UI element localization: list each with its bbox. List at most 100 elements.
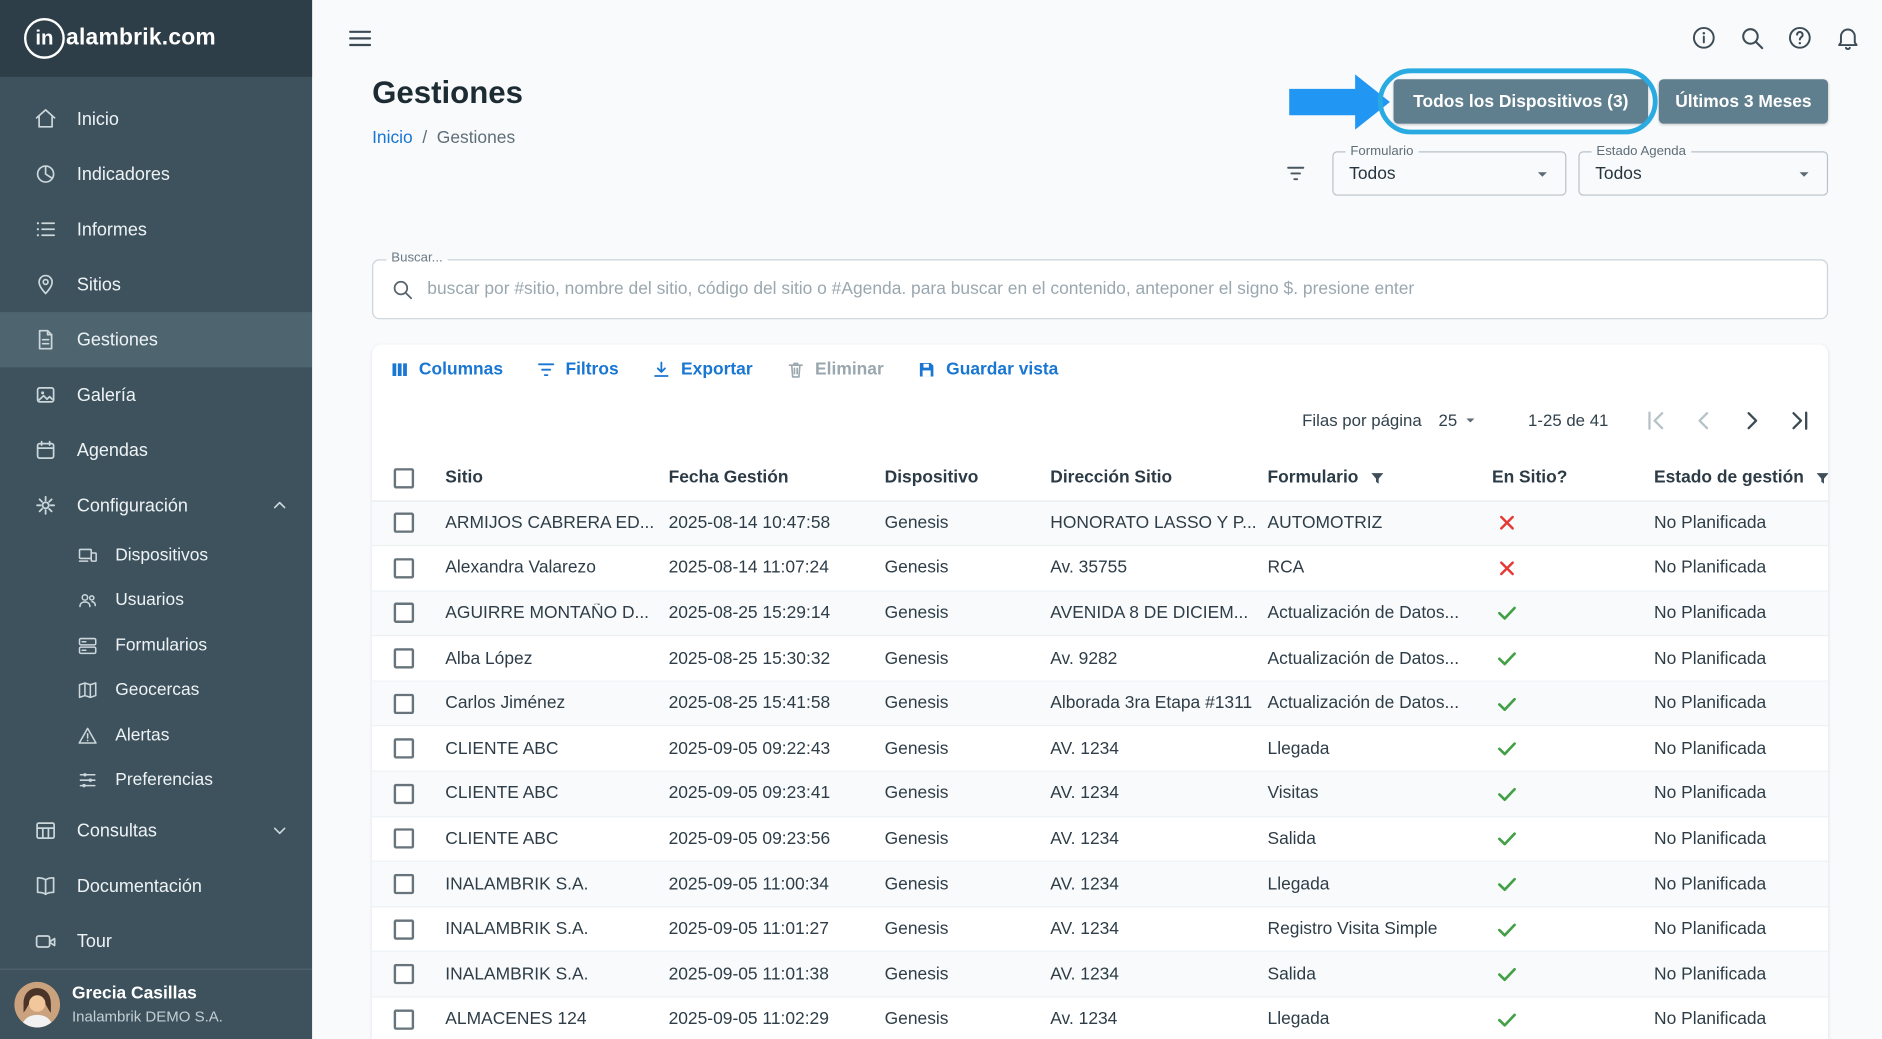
cell-direccion-sitio: Av. 35755 — [1050, 558, 1128, 578]
filter-list-icon[interactable] — [1284, 162, 1307, 185]
cell-sitio: CLIENTE ABC — [445, 829, 559, 849]
all-devices-button[interactable]: Todos los Dispositivos (3) — [1393, 79, 1649, 124]
search-field-label: Buscar... — [386, 250, 448, 267]
cell-fecha-gestion: 2025-08-25 15:29:14 — [668, 603, 831, 623]
sidebar-item-label: Tour — [76, 930, 112, 952]
warning-icon — [77, 725, 99, 747]
user-profile[interactable]: Grecia Casillas Inalambrik DEMO S.A. — [0, 968, 313, 1039]
row-checkbox-cell — [372, 512, 445, 534]
breadcrumb-home-link[interactable]: Inicio — [372, 128, 413, 147]
breadcrumb-current: Gestiones — [436, 128, 516, 148]
select-all-checkbox[interactable] — [393, 467, 415, 489]
column-header-dispositivo[interactable]: Dispositivo — [885, 468, 1051, 487]
column-header-formulario[interactable]: Formulario — [1268, 468, 1492, 488]
cell-estado-gestion: No Planificada — [1654, 603, 1767, 623]
row-checkbox[interactable] — [393, 648, 415, 669]
next-page-icon[interactable] — [1738, 406, 1766, 434]
row-checkbox[interactable] — [393, 603, 415, 624]
search-icon[interactable] — [1738, 24, 1766, 52]
sidebar-item-usuarios[interactable]: Usuarios — [0, 578, 312, 623]
estado-agenda-select[interactable]: Estado Agenda Todos — [1578, 144, 1829, 196]
check-icon — [1498, 742, 1516, 756]
cell-formulario: Llegada — [1267, 1009, 1330, 1030]
sidebar-item-formularios[interactable]: Formularios — [0, 623, 312, 668]
row-checkbox[interactable] — [393, 873, 415, 895]
help-icon[interactable] — [1786, 24, 1814, 52]
sidebar-item-informes[interactable]: Informes — [0, 202, 312, 257]
table-row[interactable]: CLIENTE ABC 2025-09-05 09:22:43 Genesis … — [372, 727, 1829, 772]
filter-funnel-icon[interactable] — [1368, 469, 1386, 487]
cell-en-sitio — [1492, 828, 1654, 851]
cell-en-sitio — [1492, 602, 1654, 625]
cell-estado-gestion: No Planificada — [1654, 693, 1767, 714]
row-checkbox[interactable] — [393, 964, 415, 985]
select-all-cell — [372, 467, 445, 489]
columns-button[interactable]: Columnas — [382, 354, 511, 385]
cell-formulario: Visitas — [1267, 784, 1319, 804]
sidebar-item-label: Dispositivos — [115, 545, 209, 566]
row-checkbox[interactable] — [393, 558, 415, 579]
filters-button[interactable]: Filtros — [528, 354, 626, 385]
search-input[interactable] — [427, 279, 1811, 299]
sidebar-item-tour[interactable]: Tour — [0, 913, 312, 968]
cell-sitio: CLIENTE ABC — [445, 784, 559, 804]
sidebar-item-preferencias[interactable]: Preferencias — [0, 758, 312, 803]
sidebar-item-consultas[interactable]: Consultas — [0, 803, 312, 858]
cell-fecha-gestion: 2025-08-25 15:30:32 — [668, 648, 831, 669]
sidebar-item-galeria[interactable]: Galería — [0, 367, 312, 422]
table-row[interactable]: Carlos Jiménez 2025-08-25 15:41:58 Genes… — [372, 681, 1829, 727]
sidebar-item-label: Galería — [76, 384, 136, 406]
column-header-fecha-gestion[interactable]: Fecha Gestión — [669, 468, 885, 487]
table-row[interactable]: ARMIJOS CABRERA ED... 2025-08-14 10:47:5… — [372, 501, 1829, 547]
column-header-en-sitio[interactable]: En Sitio? — [1492, 468, 1654, 487]
sidebar-item-sitios[interactable]: Sitios — [0, 257, 312, 312]
check-icon — [1498, 968, 1516, 982]
column-header-direccion-sitio[interactable]: Dirección Sitio — [1050, 468, 1267, 487]
cell-direccion-sitio: Alborada 3ra Etapa #1311 — [1050, 693, 1253, 714]
formulario-select-value: Todos — [1349, 163, 1396, 184]
row-checkbox[interactable] — [393, 1009, 415, 1030]
table-row[interactable]: CLIENTE ABC 2025-09-05 09:23:56 Genesis … — [372, 817, 1829, 863]
row-checkbox[interactable] — [393, 738, 415, 759]
brand-logo[interactable]: in alambrik.com — [0, 0, 313, 77]
column-header-sitio[interactable]: Sitio — [445, 468, 668, 487]
row-checkbox[interactable] — [393, 512, 415, 534]
export-button[interactable]: Exportar — [644, 354, 760, 385]
chevron-down-icon — [269, 820, 291, 842]
table-row[interactable]: INALAMBRIK S.A. 2025-09-05 11:01:27 Gene… — [372, 907, 1829, 953]
table-row[interactable]: Alexandra Valarezo 2025-08-14 11:07:24 G… — [372, 546, 1829, 592]
info-icon[interactable] — [1690, 24, 1718, 52]
sidebar-item-gestiones[interactable]: Gestiones — [0, 312, 313, 368]
sidebar-item-agendas[interactable]: Agendas — [0, 423, 312, 478]
table-row[interactable]: ALMACENES 124 2025-09-05 11:02:29 Genesi… — [372, 997, 1828, 1039]
row-checkbox[interactable] — [393, 693, 415, 714]
last-3-months-button[interactable]: Últimos 3 Meses — [1658, 79, 1829, 124]
table-row[interactable]: AGUIRRE MONTAÑO D... 2025-08-25 15:29:14… — [372, 591, 1829, 637]
sidebar-item-documentacion[interactable]: Documentación — [0, 858, 312, 913]
row-checkbox[interactable] — [393, 918, 415, 940]
sidebar-item-configuracion[interactable]: Configuración — [0, 478, 312, 533]
table-row[interactable]: INALAMBRIK S.A. 2025-09-05 11:01:38 Gene… — [372, 952, 1829, 998]
last-page-icon[interactable] — [1786, 406, 1814, 434]
sidebar-item-geocercas[interactable]: Geocercas — [0, 668, 312, 713]
table-row[interactable]: Alba López 2025-08-25 15:30:32 Genesis A… — [372, 636, 1829, 682]
cell-sitio: AGUIRRE MONTAÑO D... — [445, 603, 650, 623]
rows-per-page-select[interactable]: 25 — [1439, 411, 1481, 430]
sidebar-item-indicadores[interactable]: Indicadores — [0, 146, 312, 201]
cell-fecha-gestion: 2025-08-14 11:07:24 — [668, 558, 829, 578]
sidebar-item-alertas[interactable]: Alertas — [0, 713, 312, 758]
save-view-button[interactable]: Guardar vista — [909, 354, 1066, 385]
formulario-select[interactable]: Formulario Todos — [1332, 144, 1567, 196]
row-checkbox[interactable] — [393, 783, 415, 805]
sidebar-item-inicio[interactable]: Inicio — [0, 91, 312, 146]
topbar-icons — [1690, 24, 1862, 52]
cell-formulario: Llegada — [1267, 739, 1330, 759]
menu-icon[interactable] — [347, 25, 373, 51]
table-row[interactable]: CLIENTE ABC 2025-09-05 09:23:41 Genesis … — [372, 771, 1829, 817]
row-checkbox[interactable] — [393, 828, 415, 850]
column-header-estado-gestion[interactable]: Estado de gestión — [1654, 468, 1829, 488]
sidebar-item-dispositivos[interactable]: Dispositivos — [0, 533, 312, 578]
notifications-bell-icon[interactable] — [1834, 24, 1862, 52]
table-row[interactable]: INALAMBRIK S.A. 2025-09-05 11:00:34 Gene… — [372, 862, 1829, 908]
filter-funnel-icon[interactable] — [1814, 469, 1829, 487]
